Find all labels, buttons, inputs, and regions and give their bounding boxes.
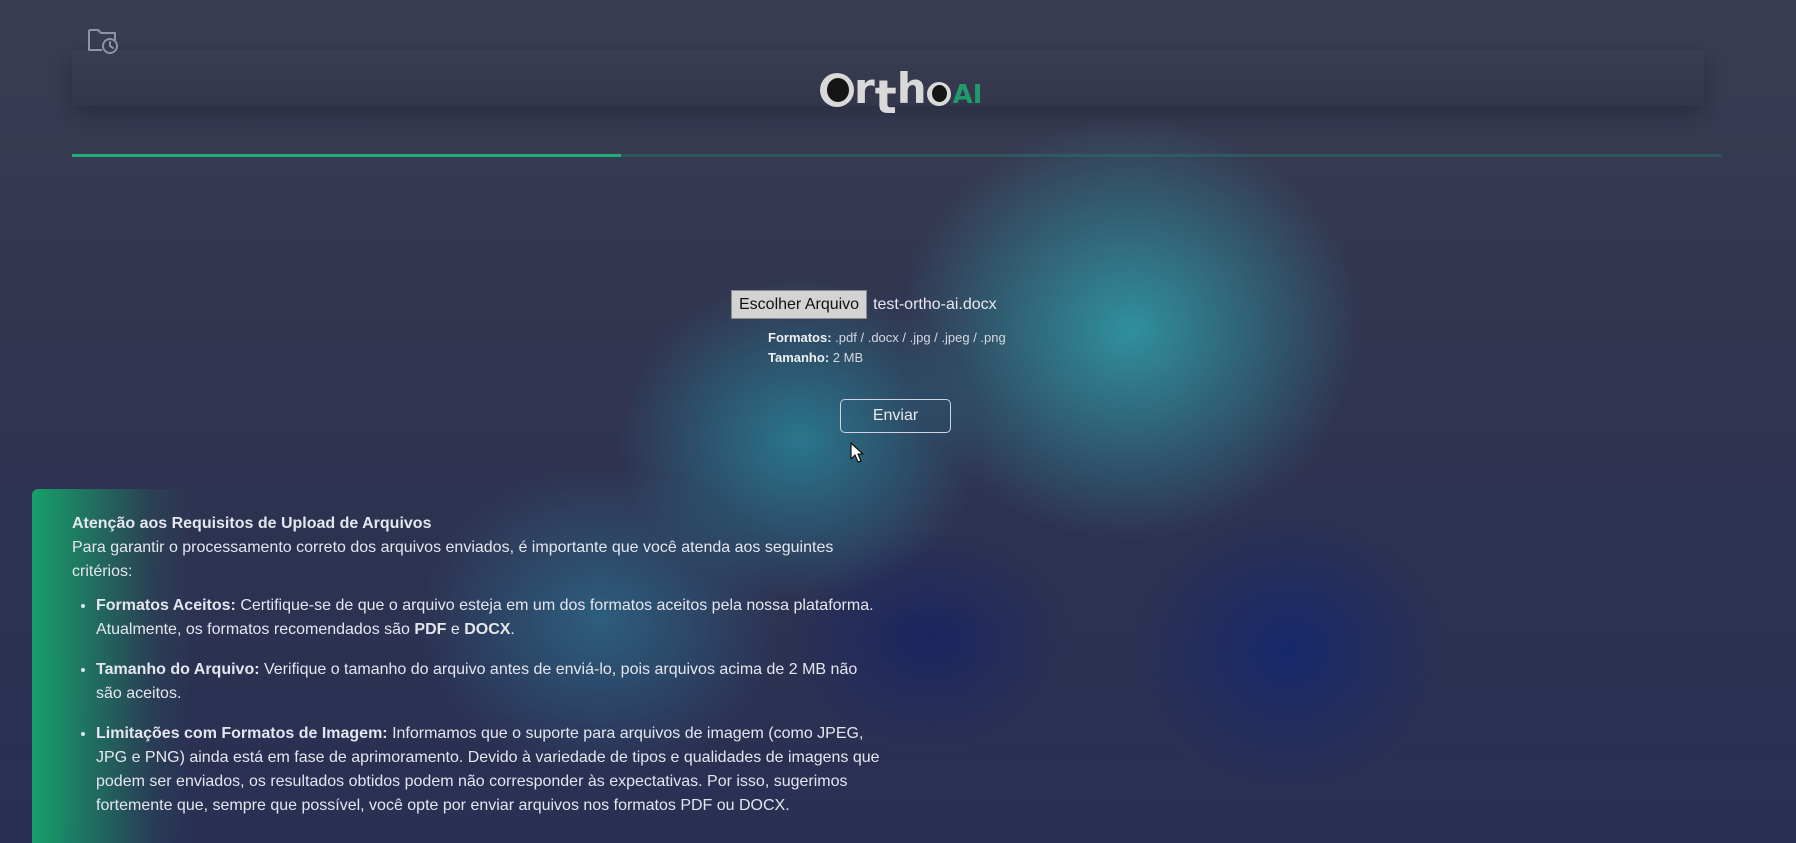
history-button[interactable] — [86, 24, 120, 56]
list-item: Tamanho do Arquivo: Verifique o tamanho … — [96, 658, 882, 706]
item-pdf: PDF — [414, 621, 447, 638]
formats-line: Formatos: .pdf / .docx / .jpg / .jpeg / … — [768, 328, 1006, 348]
item-and: e — [446, 621, 465, 638]
folder-clock-icon — [88, 29, 118, 54]
item-label: Limitações com Formatos de Imagem: — [96, 725, 388, 742]
upload-requirements: Formatos: .pdf / .docx / .jpg / .jpeg / … — [768, 328, 1006, 368]
selected-file-name: test-ortho-ai.docx — [873, 295, 997, 313]
logo-eye-small-icon — [926, 82, 951, 106]
upload-notice: Atenção aos Requisitos de Upload de Arqu… — [72, 512, 882, 834]
item-label: Tamanho do Arquivo: — [96, 661, 260, 678]
item-label: Formatos Aceitos: — [96, 597, 236, 614]
ortho-ai-logo: r t h AI — [820, 56, 983, 120]
size-value: 2 MB — [832, 350, 864, 365]
logo-eye-icon — [820, 73, 854, 107]
notice-list: Formatos Aceitos: Certifique-se de que o… — [72, 594, 882, 818]
logo-ai-suffix: AI — [952, 80, 983, 110]
logo-letter-t: t — [874, 70, 897, 124]
size-line: Tamanho: 2 MB — [768, 348, 1006, 368]
progress-fill — [72, 154, 622, 157]
choose-file-button[interactable]: Escolher Arquivo — [731, 290, 868, 319]
send-button[interactable]: Enviar — [840, 399, 951, 433]
item-docx: DOCX — [464, 621, 511, 638]
size-label: Tamanho: — [768, 350, 830, 365]
formats-value: .pdf / .docx / .jpg / .jpeg / .png — [835, 330, 1006, 345]
item-end: . — [510, 621, 515, 638]
file-upload-row: Escolher Arquivo test-ortho-ai.docx — [731, 290, 997, 319]
progress-bar — [72, 154, 1722, 157]
notice-intro: Para garantir o processamento correto do… — [72, 539, 834, 580]
formats-label: Formatos: — [768, 330, 832, 345]
list-item: Formatos Aceitos: Certifique-se de que o… — [96, 594, 882, 642]
logo-letter-r: r — [854, 64, 875, 113]
logo-letter-h: h — [896, 64, 927, 113]
list-item: Limitações com Formatos de Imagem: Infor… — [96, 722, 882, 818]
notice-title: Atenção aos Requisitos de Upload de Arqu… — [72, 515, 432, 532]
mouse-cursor-icon — [850, 442, 864, 463]
